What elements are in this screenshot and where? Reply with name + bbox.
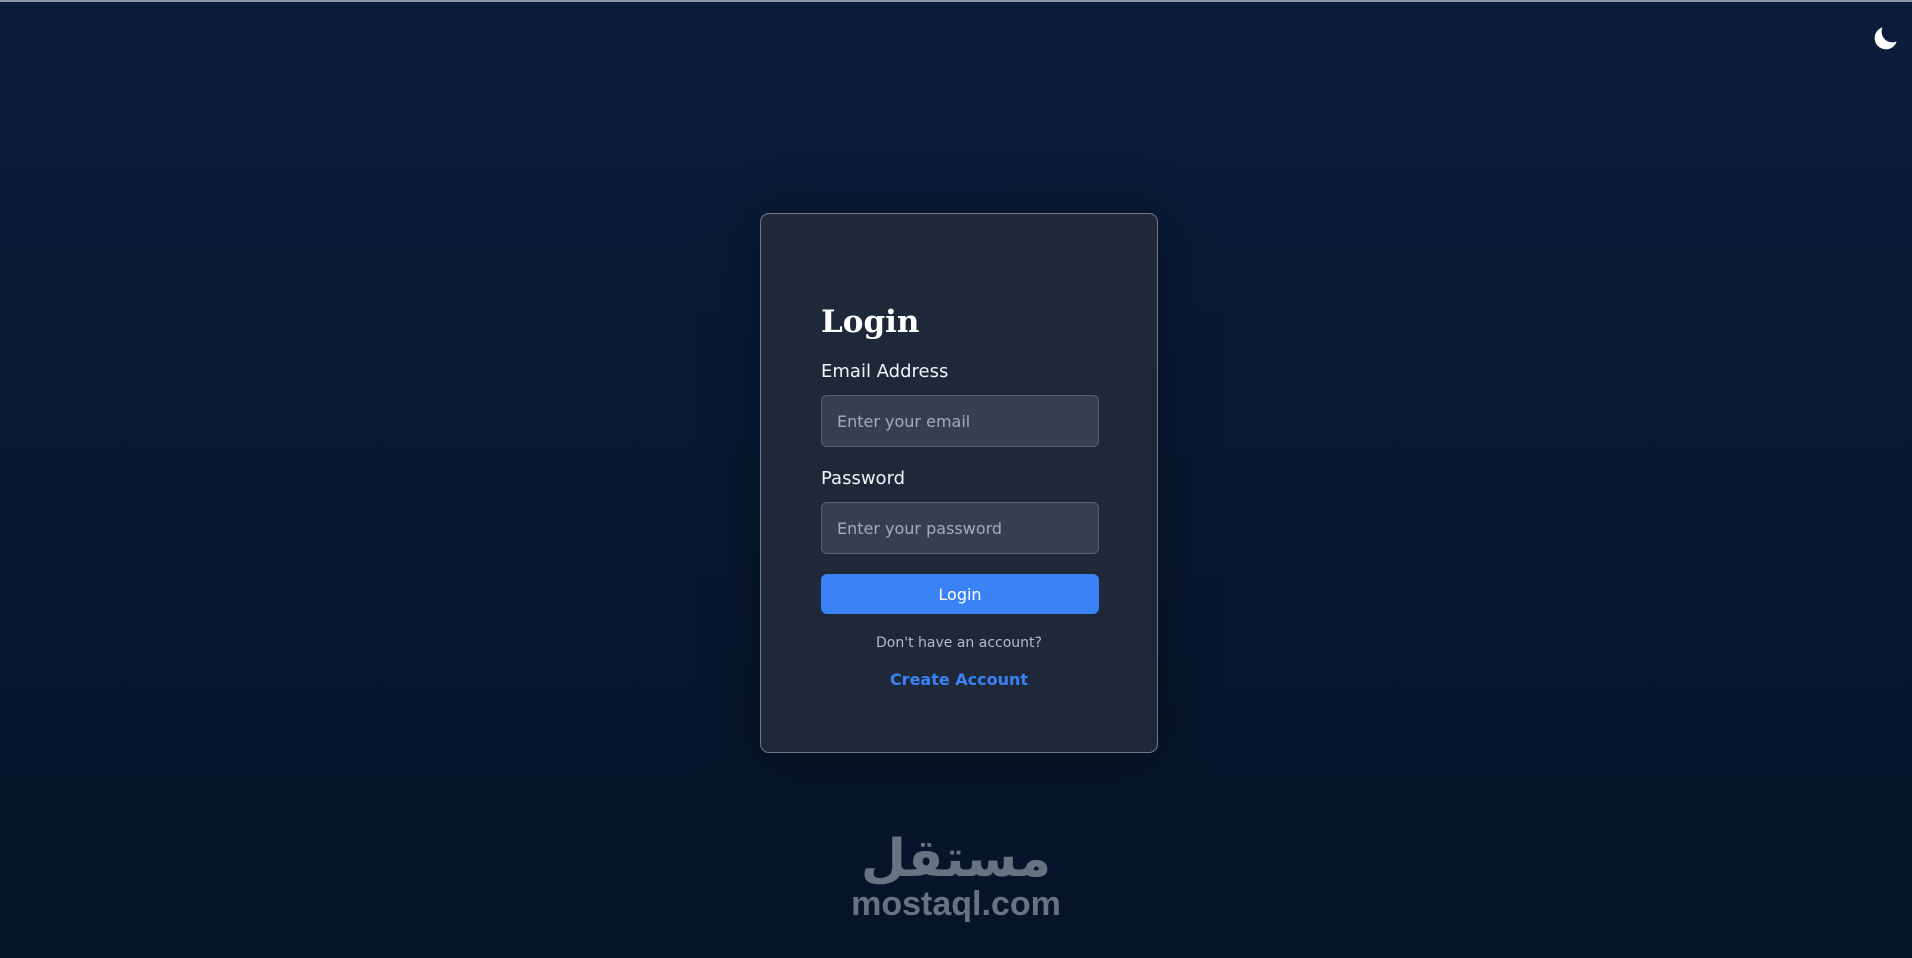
password-label: Password bbox=[821, 468, 906, 489]
email-label: Email Address bbox=[821, 361, 949, 382]
mostaql-watermark: مستقل mostaql.com bbox=[838, 828, 1074, 924]
password-input[interactable] bbox=[821, 502, 1099, 554]
login-card: Login Email Address Password Login Don't… bbox=[760, 213, 1158, 753]
login-button[interactable]: Login bbox=[821, 574, 1099, 614]
theme-toggle-button[interactable] bbox=[1868, 20, 1904, 56]
create-account-link[interactable]: Create Account bbox=[821, 670, 1097, 689]
window-top-border bbox=[0, 0, 1912, 2]
signup-prompt: Don't have an account? bbox=[876, 635, 1042, 651]
email-input[interactable] bbox=[821, 395, 1099, 447]
login-title: Login bbox=[821, 304, 920, 340]
watermark-latin-text: mostaql.com bbox=[851, 885, 1061, 923]
moon-icon bbox=[1874, 27, 1897, 50]
watermark-arabic-text: مستقل bbox=[860, 829, 1052, 889]
